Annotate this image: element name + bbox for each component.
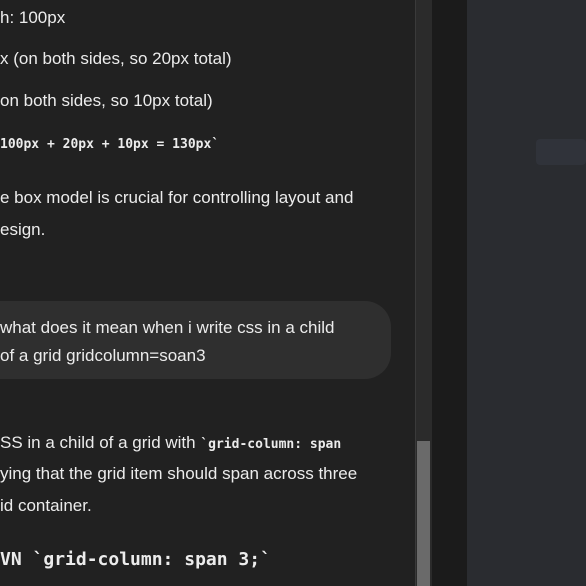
width-line: h: 100px [0,8,66,27]
user-message-bubble [0,301,391,379]
side-panel [467,0,586,586]
response-line-1-code: `grid-column: span [200,437,342,452]
padding-line: x (on both sides, so 20px total) [0,49,232,68]
response-heading-code: `grid-column: span 3;` [32,549,271,570]
summary-line-2: esign. [0,220,46,239]
summary-line-1: e box model is crucial for controlling l… [0,188,354,207]
chat-transcript: h: 100px x (on both sides, so 20px total… [0,0,415,586]
response-line-1-text: SS in a child of a grid with [0,433,201,452]
scrollbar-thumb[interactable] [417,441,430,586]
response-line-1: SS in a child of a grid with `grid-colum… [0,432,341,456]
pane-divider [432,0,467,586]
response-heading: VN `grid-column: span 3;` [0,549,271,571]
side-panel-item[interactable] [536,139,586,165]
response-line-3: id container. [0,496,92,515]
response-heading-prefix: VN [0,549,33,570]
border-line: on both sides, so 10px total) [0,91,213,110]
user-message-line-2: of a grid gridcolumn=soan3 [0,346,206,365]
user-message-line-1: what does it mean when i write css in a … [0,318,335,337]
total-width-code: 100px + 20px + 10px = 130px` [0,137,220,152]
response-line-2: ying that the grid item should span acro… [0,464,358,483]
